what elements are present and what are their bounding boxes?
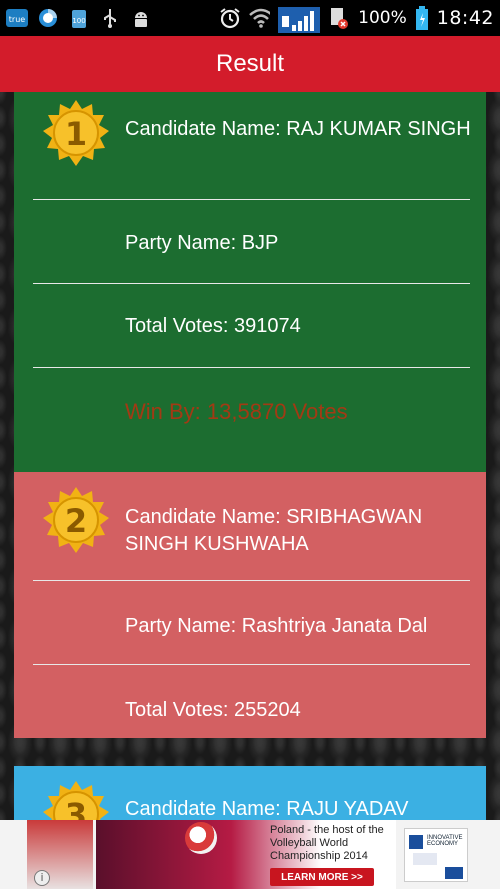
info-icon[interactable]: i	[34, 870, 50, 886]
win-margin: Win By: 13,5870 Votes	[125, 399, 348, 424]
battery-percent: 100%	[358, 8, 407, 28]
candidate-name: Candidate Name: RAJU YADAV	[125, 798, 409, 820]
true-app-icon: true	[6, 7, 28, 29]
candidate-name: Candidate Name: RAJ KUMAR SINGH	[125, 118, 471, 140]
app-header: Result	[0, 36, 500, 92]
battery-icon	[415, 6, 429, 30]
volleyball-icon	[185, 822, 217, 854]
browser-icon	[37, 7, 59, 29]
svg-text:2: 2	[65, 502, 87, 540]
gold-medal-icon: 1	[41, 99, 111, 169]
svg-text:3: 3	[65, 796, 87, 820]
ad-logo: INNOVATIVE ECONOMY	[404, 828, 468, 882]
results-list[interactable]: 1 Candidate Name: RAJ KUMAR SINGH Party …	[0, 92, 500, 820]
ad-text: Poland - the host of the Volleyball Worl…	[270, 824, 384, 862]
party-name: Party Name: Rashtriya Janata Dal	[125, 615, 428, 637]
svg-text:true: true	[9, 15, 25, 24]
candidate-card-3[interactable]: 3 Candidate Name: RAJU YADAV	[14, 766, 486, 820]
page-title: Result	[215, 50, 285, 77]
svg-text:100: 100	[72, 17, 85, 25]
divider	[33, 199, 470, 200]
wifi-icon	[248, 7, 271, 29]
learn-more-button[interactable]: LEARN MORE >>	[270, 868, 374, 886]
gold-medal-icon: 3	[41, 780, 111, 820]
ad-banner[interactable]: Poland - the host of the Volleyball Worl…	[0, 820, 500, 889]
candidate-card-1[interactable]: 1 Candidate Name: RAJ KUMAR SINGH Party …	[14, 92, 486, 536]
party-name: Party Name: BJP	[125, 232, 279, 254]
candidate-card-2[interactable]: 2 Candidate Name: SRIBHAGWAN SINGH KUSHW…	[14, 472, 486, 738]
candidate-name: Candidate Name: SRIBHAGWAN SINGH KUSHWAH…	[125, 506, 423, 555]
status-bar: true 100 100% 18:42	[0, 0, 500, 36]
total-votes: Total Votes: 255204	[125, 699, 301, 721]
android-icon	[130, 7, 152, 29]
signal-icon	[278, 7, 321, 33]
total-votes: Total Votes: 391074	[125, 315, 301, 337]
alarm-icon	[218, 7, 240, 29]
clock-time: 18:42	[436, 7, 494, 29]
divider	[33, 664, 470, 665]
battery-100-icon: 100	[68, 7, 90, 29]
gold-medal-icon: 2	[41, 486, 111, 556]
divider	[33, 580, 470, 581]
sim-error-icon	[328, 7, 350, 29]
divider	[33, 367, 470, 368]
usb-icon	[99, 7, 121, 29]
divider	[33, 283, 470, 284]
svg-text:1: 1	[65, 115, 87, 153]
